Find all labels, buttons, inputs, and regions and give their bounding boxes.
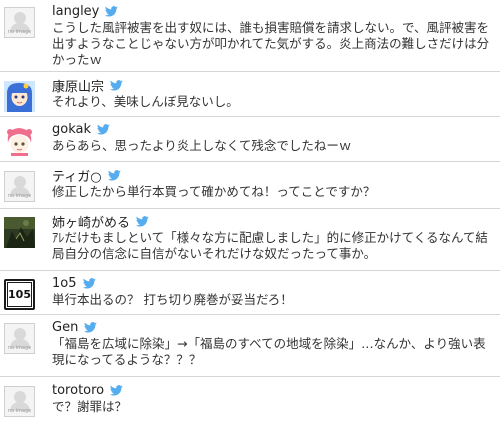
avatar[interactable]: 105 (4, 279, 35, 310)
tweet-header: langley (52, 3, 500, 20)
tweet-text: 「福島を広域に除染」→「福島のすべての地域を除染」…なんか、より強い表現になって… (52, 336, 486, 367)
tweet: no image langley こうした風評被害を出す奴には、誰も損害賠償を請… (0, 3, 500, 72)
tweet-header: 姉ヶ崎がめる (52, 212, 500, 231)
road-sign-number: 105 (7, 282, 32, 307)
tweet-text: あらあら、思ったより炎上しなくて残念でしたねーｗ (52, 138, 352, 153)
avatar[interactable]: no image (4, 171, 35, 202)
tweet-header: Gen (52, 319, 500, 336)
tweet-header: ティガ○ (52, 166, 500, 185)
avatar[interactable]: no image (4, 323, 35, 354)
avatar[interactable]: no image (4, 7, 35, 38)
tweet-text: それより、美味しんぼ見ないし。 (52, 94, 239, 109)
twitter-bird-icon[interactable] (136, 216, 149, 227)
tweet: 姉ヶ崎がめる ｱﾚだけもましといて「様々な方に配慮しました」的に修正かけてくるな… (0, 213, 500, 271)
user-name[interactable]: 1o5 (52, 276, 77, 291)
avatar-placeholder-label: no image (7, 408, 32, 414)
tweet-header: torotoro (52, 382, 500, 399)
tweet-text: 単行本出るの？ 打ち切り廃巻が妥当だろ！ (52, 292, 293, 307)
tweet-text: で？謝罪は？ (52, 399, 128, 414)
avatar[interactable] (4, 81, 35, 112)
avatar-placeholder-label: no image (7, 193, 32, 199)
tweet-text: ｱﾚだけもましといて「様々な方に配慮しました」的に修正かけてくるなんて結局自分の… (52, 230, 488, 261)
tweet-header: 康原山宗 (52, 76, 500, 95)
twitter-bird-icon[interactable] (82, 278, 96, 289)
user-name[interactable]: 姉ヶ崎がめる (52, 212, 130, 231)
twitter-bird-icon[interactable] (107, 170, 121, 181)
tweet-header: 1o5 (52, 275, 500, 292)
user-name[interactable]: Gen (52, 320, 78, 335)
twitter-bird-icon[interactable] (110, 80, 123, 91)
user-name[interactable]: gokak (52, 122, 91, 137)
tweet: 康原山宗 それより、美味しんぼ見ないし。 (0, 77, 500, 117)
twitter-bird-icon[interactable] (84, 322, 98, 333)
user-name[interactable]: langley (52, 4, 99, 19)
tweet: no image torotoro で？謝罪は？ (0, 382, 500, 436)
user-name[interactable]: ティガ○ (52, 166, 102, 185)
avatar[interactable] (4, 125, 35, 156)
user-name[interactable]: torotoro (52, 383, 104, 398)
tweet: 105 1o5 単行本出るの？ 打ち切り廃巻が妥当だろ！ (0, 275, 500, 315)
user-name[interactable]: 康原山宗 (52, 76, 104, 95)
avatar-placeholder-label: no image (7, 345, 32, 351)
tweet: gokak あらあら、思ったより炎上しなくて残念でしたねーｗ (0, 121, 500, 162)
avatar-placeholder-label: no image (7, 29, 32, 35)
tweet-feed: no image langley こうした風評被害を出す奴には、誰も損害賠償を請… (0, 3, 500, 436)
tweet-text: 修正したから単行本買って確かめてね！ってことですか？ (52, 184, 376, 199)
avatar[interactable] (4, 217, 35, 248)
twitter-bird-icon[interactable] (97, 124, 110, 135)
twitter-bird-icon[interactable] (105, 6, 119, 17)
tweet: no image ティガ○ 修正したから単行本買って確かめてね！ってことですか？ (0, 167, 500, 209)
tweet: no image Gen 「福島を広域に除染」→「福島のすべての地域を除染」…な… (0, 319, 500, 377)
twitter-bird-icon[interactable] (110, 385, 123, 396)
tweet-header: gokak (52, 121, 500, 138)
tweet-text: こうした風評被害を出す奴には、誰も損害賠償を請求しない。で、風評被害を出すような… (52, 20, 490, 67)
